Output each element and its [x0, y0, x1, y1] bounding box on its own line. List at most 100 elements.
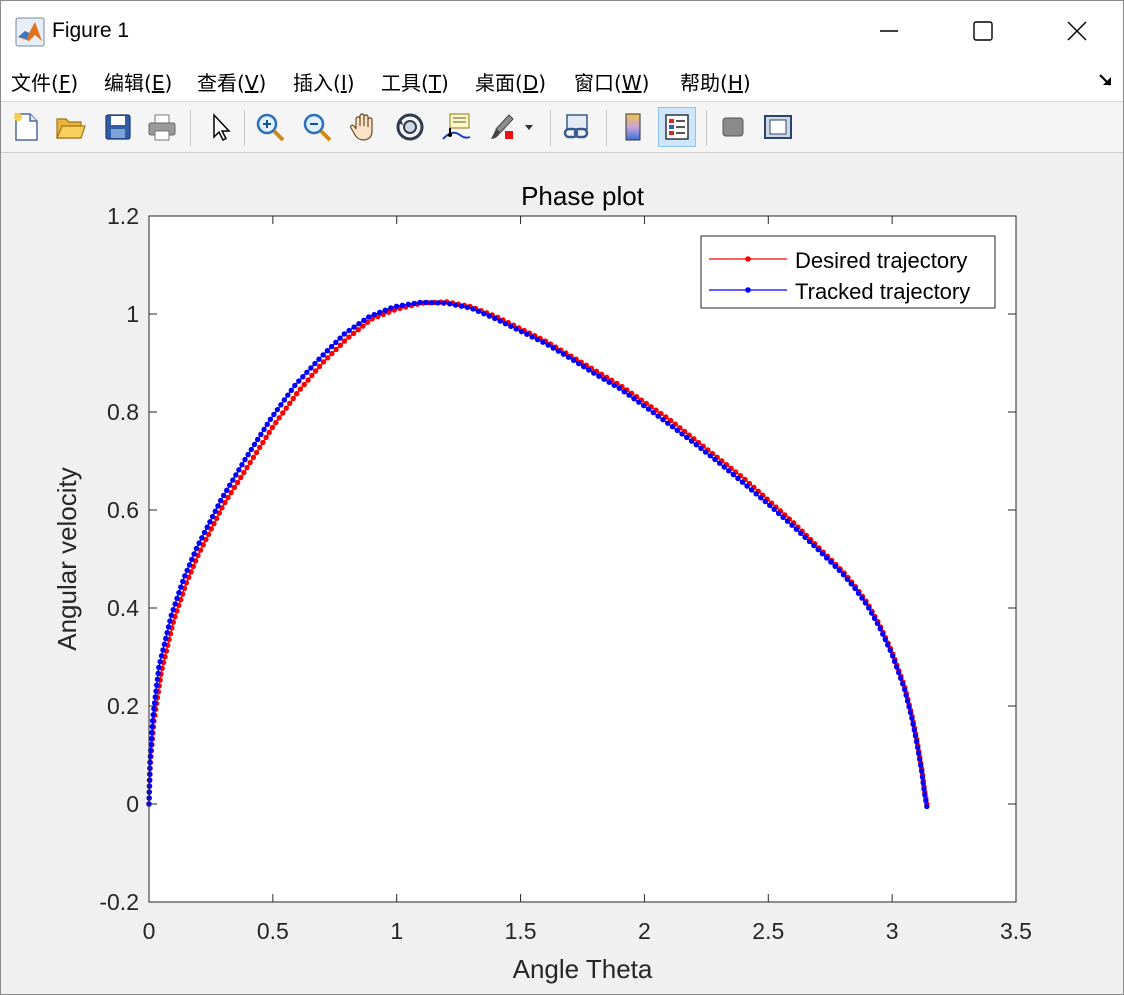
- desired-trajectory-point: [231, 484, 238, 491]
- tracked-trajectory-point: [534, 336, 541, 343]
- tracked-trajectory-point: [258, 431, 264, 438]
- menu-window-key: W: [621, 71, 642, 95]
- data-cursor-button[interactable]: [437, 107, 475, 147]
- desired-trajectory-point: [244, 464, 250, 471]
- desired-trajectory-point: [350, 330, 357, 337]
- menu-tools-key: T: [428, 71, 442, 95]
- legend[interactable]: Desired trajectory Tracked trajectory: [700, 235, 996, 309]
- close-icon: [1067, 21, 1087, 41]
- show-plot-tools-button[interactable]: [759, 107, 797, 147]
- link-plot-button[interactable]: [558, 107, 596, 147]
- axes-area[interactable]: [149, 216, 1016, 902]
- tracked-trajectory-point: [189, 556, 195, 563]
- edit-plot-button[interactable]: [201, 107, 239, 147]
- desired-trajectory-point: [250, 454, 257, 461]
- tracked-trajectory-point: [891, 658, 898, 665]
- tracked-trajectory-point: [199, 535, 205, 541]
- menu-file[interactable]: 文件(F): [11, 67, 78, 96]
- tracked-trajectory-point: [636, 399, 642, 405]
- save-disk-icon: [105, 114, 131, 140]
- tracked-trajectory-point: [209, 513, 216, 520]
- new-figure-button[interactable]: [7, 107, 45, 147]
- menu-view[interactable]: 查看(V): [197, 67, 266, 96]
- save-button[interactable]: [99, 107, 137, 147]
- desired-trajectory-point: [234, 479, 241, 486]
- tracked-trajectory-point: [154, 676, 161, 682]
- colorbar-button[interactable]: [614, 107, 652, 147]
- tracked-trajectory-point: [366, 314, 372, 320]
- menu-edit-text: 编辑(: [104, 71, 152, 95]
- tracked-trajectory-point: [840, 572, 847, 578]
- tracked-trajectory-point: [405, 301, 411, 308]
- title-bar[interactable]: Figure 1: [1, 1, 1123, 61]
- tracked-trajectory-point: [458, 303, 465, 309]
- menu-desktop[interactable]: 桌面(D): [475, 67, 546, 96]
- tracked-trajectory-point: [859, 595, 865, 601]
- tracked-trajectory-point: [371, 311, 377, 318]
- figure-canvas[interactable]: 0 0.5 1 1.5 2 2.5 3 3.5 -0.2 0 0.2 0.4 0.6 0.8 1 1.2 Ph…: [1, 153, 1123, 994]
- menu-window-text: 窗口(: [574, 71, 622, 95]
- y-tick-label: 0.2: [107, 693, 139, 719]
- tracked-trajectory-point: [429, 299, 435, 306]
- toolbar-separator: [606, 110, 607, 146]
- phase-plot[interactable]: 0 0.5 1 1.5 2 2.5 3 3.5-0.200.20.40.60.811.2 Ph…: [1, 153, 1123, 994]
- tracked-trajectory-point: [918, 768, 925, 774]
- menu-tools[interactable]: 工具(T): [381, 67, 449, 96]
- y-axis-label: Angular velocity: [52, 467, 82, 651]
- desired-trajectory-point: [346, 334, 352, 340]
- tracked-trajectory-point: [196, 540, 202, 546]
- tracked-trajectory-point: [716, 460, 723, 466]
- tracked-trajectory-point: [204, 524, 210, 530]
- maximize-button[interactable]: [937, 1, 1029, 61]
- tracked-trajectory-point: [640, 402, 647, 409]
- tracked-trajectory-point: [149, 723, 155, 730]
- menu-window[interactable]: 窗口(W): [574, 67, 649, 96]
- pan-button[interactable]: [344, 107, 382, 147]
- figure-window: Figure 1 文件(F) 编辑(E) 查看(V) 插入(I) 工具(T) 桌…: [0, 0, 1124, 995]
- menu-desktop-close: ): [538, 71, 547, 95]
- menu-help-text: 帮助(: [680, 71, 728, 95]
- rotate-3d-icon: [396, 113, 424, 141]
- tracked-trajectory-point: [147, 765, 153, 771]
- close-button[interactable]: [1031, 1, 1123, 61]
- legend-icon: [665, 114, 689, 140]
- brush-button[interactable]: [485, 107, 539, 147]
- minimize-button[interactable]: [843, 1, 935, 61]
- dock-figure-icon[interactable]: [1097, 71, 1115, 89]
- tracked-trajectory-point: [150, 712, 156, 718]
- tracked-trajectory-point: [149, 729, 155, 736]
- tracked-trajectory-point: [147, 753, 154, 760]
- menu-desktop-text: 桌面(: [475, 71, 523, 95]
- tracked-trajectory-point: [882, 636, 888, 643]
- tracked-trajectory-point: [753, 491, 759, 497]
- menu-bar: 文件(F) 编辑(E) 查看(V) 插入(I) 工具(T) 桌面(D) 窗口(W…: [1, 61, 1123, 102]
- tracked-trajectory-point: [868, 610, 875, 616]
- tracked-trajectory-point: [631, 395, 637, 402]
- tracked-trajectory-point: [388, 305, 394, 311]
- rotate-3d-button[interactable]: [391, 107, 429, 147]
- menu-help[interactable]: 帮助(H): [680, 67, 751, 96]
- print-button[interactable]: [143, 107, 181, 147]
- tracked-trajectory-point: [382, 307, 388, 313]
- zoom-in-button[interactable]: [251, 107, 289, 147]
- zoom-out-button[interactable]: [298, 107, 336, 147]
- tracked-trajectory-point: [570, 357, 577, 364]
- tracked-trajectory-point: [665, 420, 671, 426]
- tracked-trajectory-point: [866, 605, 872, 611]
- desired-trajectory-point: [263, 434, 269, 441]
- colorbar-icon: [625, 113, 641, 141]
- menu-insert-text: 插入(: [293, 71, 341, 95]
- pointer-arrow-icon: [213, 113, 231, 142]
- menu-insert[interactable]: 插入(I): [293, 67, 355, 96]
- toolbar-separator: [706, 110, 707, 146]
- menu-edit[interactable]: 编辑(E): [104, 67, 172, 96]
- open-file-button[interactable]: [51, 107, 89, 147]
- legend-button[interactable]: [658, 107, 696, 147]
- tracked-trajectory-point: [160, 647, 166, 653]
- tracked-trajectory-point: [581, 364, 587, 370]
- hide-plot-tools-button[interactable]: [714, 107, 752, 147]
- tracked-trajectory-point: [151, 700, 158, 706]
- tracked-trajectory-point: [721, 464, 727, 470]
- tracked-trajectory-point: [611, 382, 617, 388]
- tracked-trajectory-point: [158, 653, 165, 659]
